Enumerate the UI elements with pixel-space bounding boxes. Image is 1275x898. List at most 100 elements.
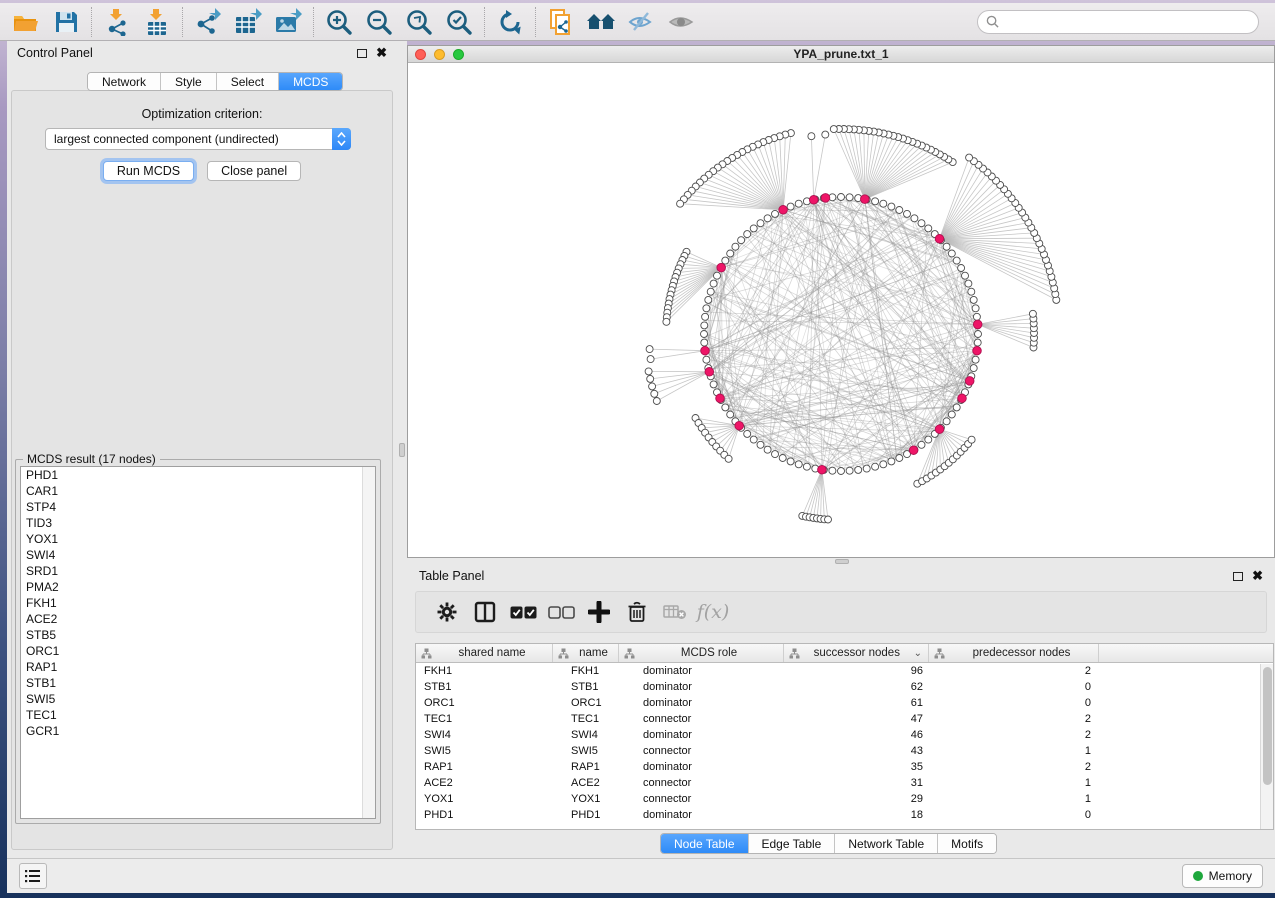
delete-table-button[interactable] — [656, 594, 694, 630]
show-all-button[interactable] — [661, 5, 701, 39]
mcds-result-item[interactable]: PMA2 — [21, 579, 375, 595]
show-columns-button[interactable] — [466, 594, 504, 630]
table-row[interactable]: ORC1ORC1dominator610 — [416, 695, 1273, 711]
optimization-value: largest connected component (undirected) — [46, 132, 332, 146]
duplicate-network-button[interactable] — [541, 5, 581, 39]
close-panel-icon[interactable]: ✖ — [1252, 571, 1263, 581]
cell-predecessor_nodes: 2 — [929, 711, 1099, 727]
import-table-button[interactable] — [137, 5, 177, 39]
new-column-button[interactable] — [580, 594, 618, 630]
mcds-result-item[interactable]: CAR1 — [21, 483, 375, 499]
mcds-result-list[interactable]: PHD1CAR1STP4TID3YOX1SWI4SRD1PMA2FKH1ACE2… — [20, 466, 376, 819]
list-scrollbar[interactable] — [362, 467, 375, 818]
horizontal-splitter[interactable] — [407, 558, 1275, 565]
refresh-button[interactable] — [490, 5, 530, 39]
table-row[interactable]: FKH1FKH1dominator962 — [416, 663, 1273, 679]
mcds-result-item[interactable]: TEC1 — [21, 707, 375, 723]
zoom-selected-button[interactable] — [439, 5, 479, 39]
network-canvas[interactable] — [408, 63, 1274, 557]
import-network-button[interactable] — [97, 5, 137, 39]
mcds-result-item[interactable]: STP4 — [21, 499, 375, 515]
table-row[interactable]: TEC1TEC1connector472 — [416, 711, 1273, 727]
mcds-result-item[interactable]: ACE2 — [21, 611, 375, 627]
export-table-icon — [233, 8, 263, 36]
cell-shared_name: RAP1 — [416, 759, 553, 775]
table-row[interactable]: ACE2ACE2connector311 — [416, 775, 1273, 791]
table-row[interactable]: RAP1RAP1dominator352 — [416, 759, 1273, 775]
mcds-result-item[interactable]: SRD1 — [21, 563, 375, 579]
select-all-button[interactable] — [504, 594, 542, 630]
tab-select[interactable]: Select — [217, 73, 279, 90]
task-history-button[interactable] — [19, 863, 47, 889]
cell-successor_nodes: 43 — [784, 743, 929, 759]
mcds-result-item[interactable]: GCR1 — [21, 723, 375, 739]
mcds-result-item[interactable]: PHD1 — [21, 467, 375, 483]
export-network-button[interactable] — [188, 5, 228, 39]
splitter-handle[interactable] — [835, 559, 849, 564]
memory-button[interactable]: Memory — [1182, 864, 1263, 888]
export-image-icon — [273, 8, 303, 36]
column-header-name[interactable]: name — [553, 644, 619, 662]
cell-mcds_role: dominator — [619, 807, 784, 823]
hide-selected-button[interactable] — [621, 5, 661, 39]
table-mode-button[interactable] — [428, 594, 466, 630]
cell-shared_name: ACE2 — [416, 775, 553, 791]
table-row[interactable]: PHD1PHD1dominator180 — [416, 807, 1273, 823]
mcds-result-item[interactable]: ORC1 — [21, 643, 375, 659]
table-row[interactable]: YOX1YOX1connector291 — [416, 791, 1273, 807]
tab-edge-table[interactable]: Edge Table — [749, 834, 836, 853]
mcds-result-item[interactable]: FKH1 — [21, 595, 375, 611]
network-titlebar[interactable]: YPA_prune.txt_1 — [408, 46, 1274, 63]
search-input[interactable] — [1004, 15, 1250, 29]
run-mcds-button[interactable]: Run MCDS — [103, 161, 194, 181]
close-panel-icon[interactable]: ✖ — [376, 48, 387, 58]
deselect-all-button[interactable] — [542, 594, 580, 630]
cell-predecessor_nodes: 1 — [929, 791, 1099, 807]
function-builder-button[interactable]: f(x) — [694, 594, 732, 630]
column-header-successor-nodes[interactable]: successor nodes⌄ — [784, 644, 929, 662]
optimization-select[interactable]: largest connected component (undirected) — [45, 128, 351, 150]
sort-desc-icon: ⌄ — [914, 648, 922, 659]
close-panel-button[interactable]: Close panel — [207, 161, 301, 181]
export-image-button[interactable] — [268, 5, 308, 39]
mcds-result-item[interactable]: TID3 — [21, 515, 375, 531]
search-field[interactable] — [977, 10, 1259, 34]
tab-mcds[interactable]: MCDS — [279, 73, 342, 90]
tab-network[interactable]: Network — [88, 73, 161, 90]
mcds-result-item[interactable]: SWI5 — [21, 691, 375, 707]
cell-name: FKH1 — [553, 663, 619, 679]
mcds-result-item[interactable]: YOX1 — [21, 531, 375, 547]
mcds-result-item[interactable]: STB1 — [21, 675, 375, 691]
tab-network-table[interactable]: Network Table — [835, 834, 938, 853]
mcds-result-item[interactable]: SWI4 — [21, 547, 375, 563]
tab-style[interactable]: Style — [161, 73, 217, 90]
table-row[interactable]: STB1STB1dominator620 — [416, 679, 1273, 695]
export-table-button[interactable] — [228, 5, 268, 39]
tab-node-table[interactable]: Node Table — [661, 834, 749, 853]
network-graph[interactable] — [408, 63, 1274, 557]
save-session-button[interactable] — [46, 5, 86, 39]
float-panel-icon[interactable] — [357, 49, 367, 58]
mcds-result-item[interactable]: STB5 — [21, 627, 375, 643]
open-file-button[interactable] — [6, 5, 46, 39]
mcds-result-title: MCDS result (17 nodes) — [23, 452, 160, 466]
cell-mcds_role: dominator — [619, 679, 784, 695]
mcds-result-item[interactable]: RAP1 — [21, 659, 375, 675]
attribute-icon — [421, 648, 432, 659]
zoom-out-button[interactable] — [359, 5, 399, 39]
table-row[interactable]: SWI4SWI4dominator462 — [416, 727, 1273, 743]
zoom-fit-button[interactable] — [399, 5, 439, 39]
float-panel-icon[interactable] — [1233, 572, 1243, 581]
delete-columns-button[interactable] — [618, 594, 656, 630]
vertical-splitter[interactable] — [397, 41, 407, 858]
table-row[interactable]: SWI5SWI5connector431 — [416, 743, 1273, 759]
column-header-MCDS-role[interactable]: MCDS role — [619, 644, 784, 662]
splitter-handle[interactable] — [399, 443, 405, 457]
table-scrollbar[interactable] — [1260, 664, 1273, 829]
scrollbar-thumb[interactable] — [1263, 667, 1272, 785]
tab-motifs[interactable]: Motifs — [938, 834, 996, 853]
first-neighbors-button[interactable] — [581, 5, 621, 39]
zoom-in-button[interactable] — [319, 5, 359, 39]
column-header-shared-name[interactable]: shared name — [416, 644, 553, 662]
column-header-predecessor-nodes[interactable]: predecessor nodes — [929, 644, 1099, 662]
